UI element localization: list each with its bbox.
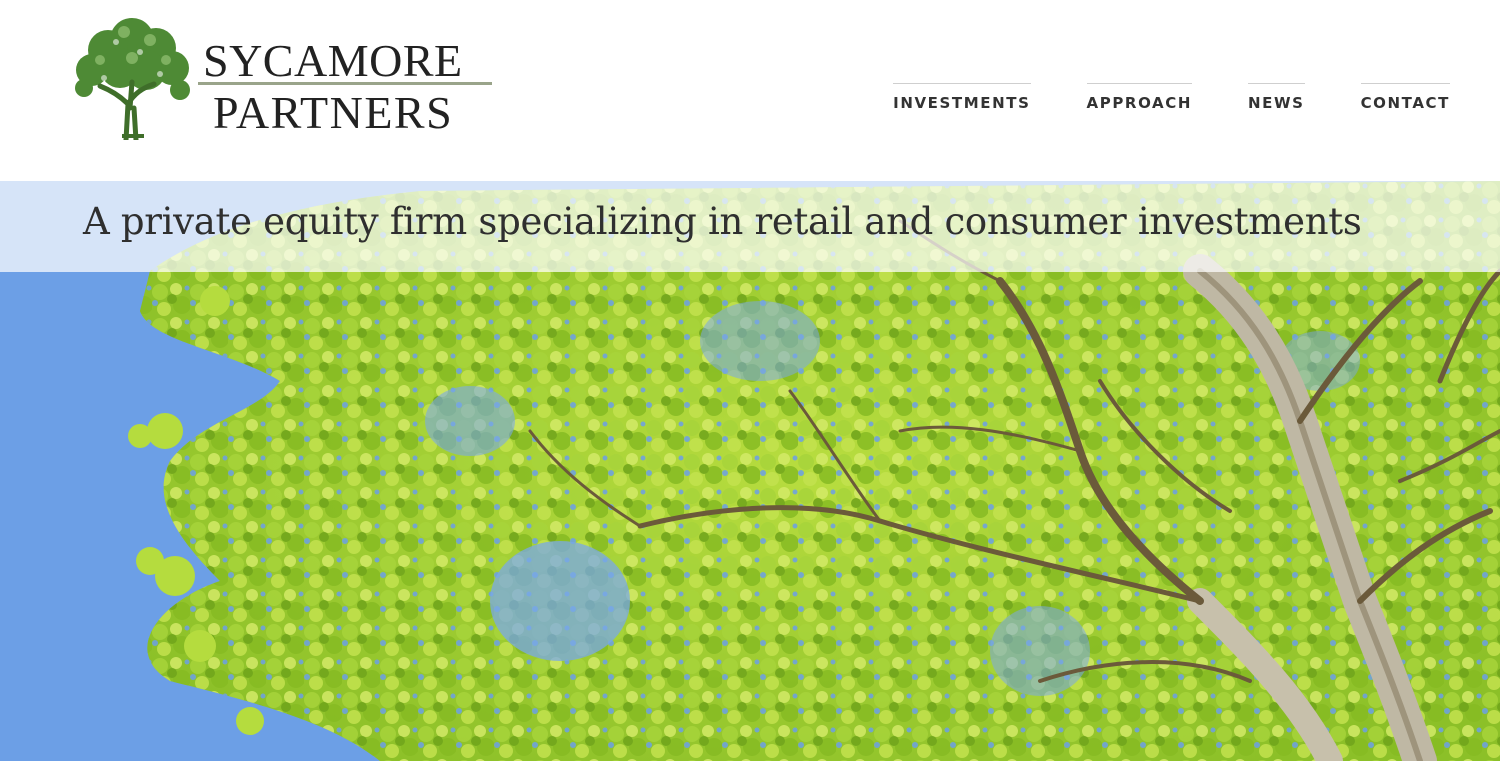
logo-link[interactable]: SYCAMORE PARTNERS [70,12,500,142]
page: A private equity firm specializing in re… [0,0,1500,761]
logo-divider [198,82,492,85]
hero-tagline: A private equity firm specializing in re… [83,200,1362,243]
nav-item-investments[interactable]: INVESTMENTS [893,83,1031,123]
nav-item-approach[interactable]: APPROACH [1086,83,1192,123]
nav-item-contact[interactable]: CONTACT [1360,83,1450,123]
logo-wordmark-line2: PARTNERS [213,87,454,138]
site-header: SYCAMORE PARTNERS INVESTMENTS APPROACH N… [0,0,1500,181]
main-nav: INVESTMENTS APPROACH NEWS CONTACT [893,83,1450,123]
nav-item-news[interactable]: NEWS [1248,83,1305,123]
logo-wordmark-line1: SYCAMORE [203,35,463,86]
sycamore-tree-icon [75,18,190,140]
